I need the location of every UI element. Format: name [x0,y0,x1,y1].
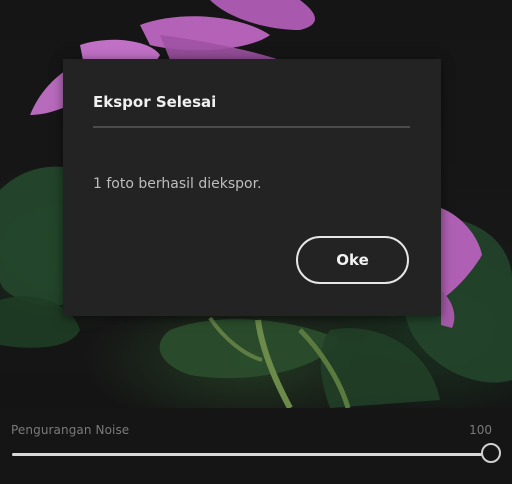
ok-button[interactable]: Oke [296,236,409,284]
slider-value: 100 [469,423,492,437]
noise-reduction-panel: Pengurangan Noise 100 [0,408,512,484]
export-complete-dialog: Ekspor Selesai 1 foto berhasil diekspor.… [63,59,441,316]
app-screen: Pengurangan Noise 100 Ekspor Selesai 1 f… [0,0,512,484]
noise-reduction-slider-track[interactable] [12,453,482,456]
leaf-bottom-center [159,319,340,379]
dialog-divider [93,126,410,128]
dialog-title: Ekspor Selesai [93,93,217,111]
slider-thumb[interactable] [481,443,501,463]
dialog-message: 1 foto berhasil diekspor. [93,176,262,192]
slider-fill [12,453,482,456]
slider-label: Pengurangan Noise [11,423,130,437]
